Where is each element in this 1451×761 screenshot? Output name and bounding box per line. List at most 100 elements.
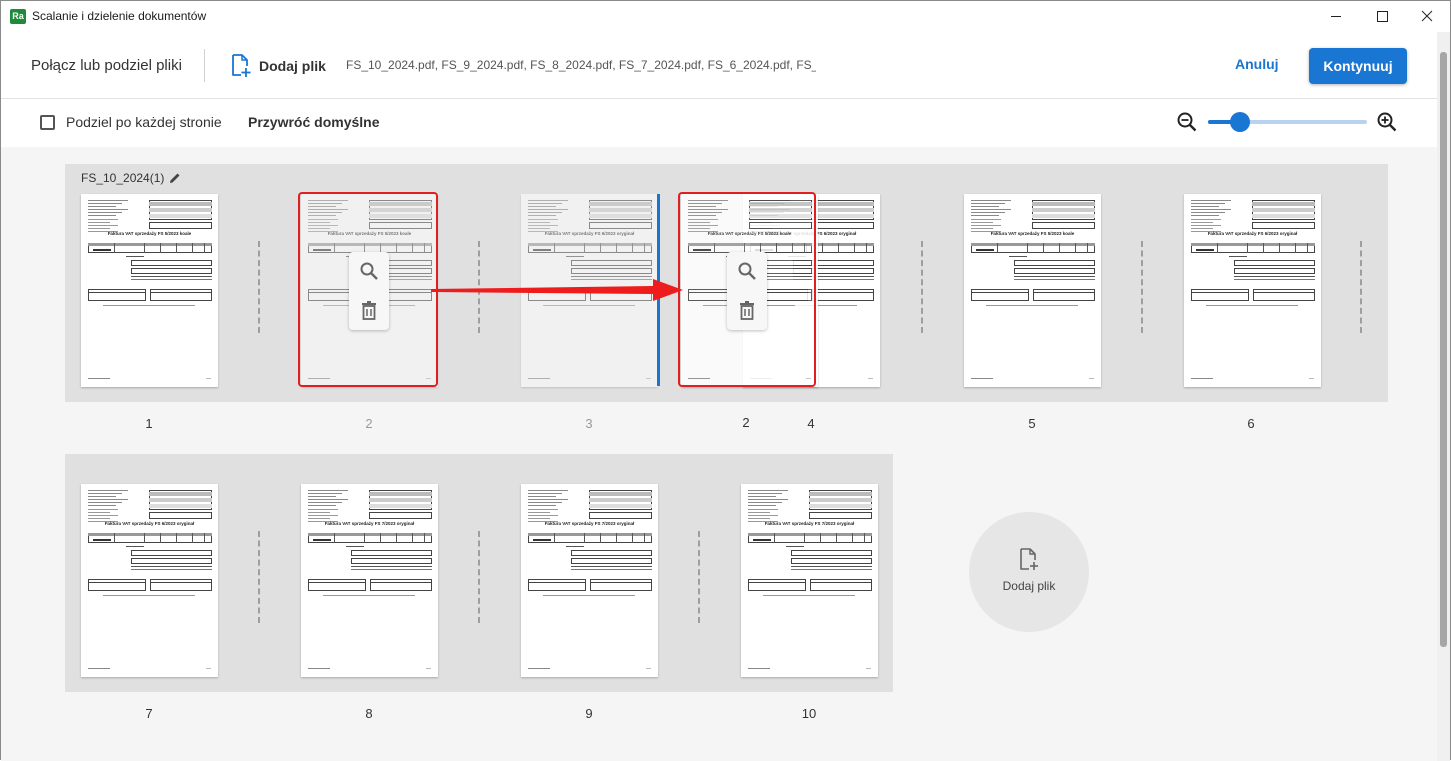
table-cell: [1196, 249, 1214, 251]
zoom-slider[interactable]: [1208, 112, 1367, 132]
magnify-icon[interactable]: [359, 261, 379, 281]
footer-line: [426, 668, 431, 669]
header-fill: [809, 498, 872, 502]
footer-line: [1089, 378, 1094, 379]
table-col: [1307, 243, 1308, 253]
text-line: [528, 515, 558, 516]
header-fill: [369, 504, 432, 508]
text-line: [528, 509, 558, 510]
add-file-button[interactable]: Dodaj plik: [230, 54, 326, 78]
text-line: [88, 502, 122, 503]
split-point[interactable]: [258, 531, 260, 623]
vertical-scrollbar[interactable]: [1437, 32, 1450, 761]
invoice-title: Faktura VAT sprzedaży FS 5/2023 koale: [107, 231, 192, 236]
text-line: [810, 582, 872, 583]
split-each-page-label[interactable]: Podziel po każdej stronie: [66, 114, 222, 130]
text-line: [308, 518, 330, 519]
text-line: [528, 502, 562, 503]
footer-line: [866, 668, 871, 669]
trash-icon[interactable]: [359, 300, 379, 320]
table-cell: [753, 539, 771, 541]
footer-line: [88, 668, 110, 669]
page-number: 4: [807, 416, 815, 431]
dragged-page-number: 2: [742, 415, 750, 430]
split-point[interactable]: [1360, 241, 1362, 333]
signature-box: [590, 579, 652, 591]
text-line: [971, 206, 999, 207]
header-fill: [589, 202, 652, 206]
zoom-out-button[interactable]: [1176, 111, 1198, 138]
text-line: [1253, 292, 1315, 293]
page-thumbnail[interactable]: Faktura VAT sprzedaży FS 7/2023 oryginał: [741, 484, 878, 677]
split-each-page-checkbox[interactable]: [40, 115, 55, 130]
page-thumbnail[interactable]: Faktura VAT sprzedaży FS 6/2023 oryginał: [81, 484, 218, 677]
table-header: [971, 243, 1095, 246]
header-fill: [149, 202, 212, 206]
continue-button[interactable]: Kontynuuj: [1309, 48, 1407, 84]
table-col: [1027, 243, 1028, 253]
text-line: [971, 222, 993, 223]
table-header: [748, 533, 872, 536]
footer-line: [528, 378, 550, 379]
maximize-button[interactable]: [1359, 1, 1405, 32]
page-thumbnail[interactable]: Faktura VAT sprzedaży FS 7/2023 oryginał: [301, 484, 438, 677]
header-box: [811, 222, 874, 229]
cancel-button[interactable]: Anuluj: [1235, 56, 1279, 72]
page-number: 2: [365, 416, 373, 431]
table-col: [822, 243, 823, 253]
restore-defaults-button[interactable]: Przywróć domyślne: [248, 114, 380, 130]
magnify-icon[interactable]: [737, 261, 757, 281]
add-file-card[interactable]: Dodaj plik: [969, 512, 1089, 632]
table-header: [1191, 243, 1315, 246]
header-fill: [1252, 214, 1315, 218]
zoom-slider-thumb[interactable]: [1229, 112, 1250, 132]
header-fill: [811, 208, 874, 212]
text-line: [528, 222, 550, 223]
edit-pencil-icon[interactable]: [169, 172, 181, 184]
text-line: [351, 566, 432, 567]
minimize-button[interactable]: [1313, 1, 1359, 32]
split-point[interactable]: [698, 531, 700, 623]
table-cell: [93, 539, 111, 541]
table-col: [114, 243, 115, 253]
header-box: [369, 512, 432, 519]
add-file-label: Dodaj plik: [259, 58, 326, 74]
text-line: [88, 206, 116, 207]
zoom-in-button[interactable]: [1376, 111, 1398, 138]
header-fill: [149, 214, 212, 218]
split-point[interactable]: [478, 531, 480, 623]
summary-box: [131, 260, 212, 266]
summary-box: [571, 268, 652, 274]
page-number: 6: [1247, 416, 1255, 431]
trash-icon[interactable]: [737, 300, 757, 320]
table-col: [866, 243, 867, 253]
text-line: [528, 225, 558, 226]
table-col: [600, 243, 601, 253]
table-col: [632, 533, 633, 543]
split-point[interactable]: [258, 241, 260, 333]
signature-box: [308, 579, 366, 591]
table-col: [192, 243, 193, 253]
text-line: [748, 518, 770, 519]
summary-box: [1234, 268, 1315, 274]
split-point[interactable]: [1141, 241, 1143, 333]
split-point[interactable]: [921, 241, 923, 333]
page-thumbnail[interactable]: Faktura VAT sprzedaży FS 5/2023 koale: [964, 194, 1101, 387]
scrollbar-thumb[interactable]: [1440, 52, 1447, 647]
close-button[interactable]: [1404, 1, 1450, 32]
page-thumbnail[interactable]: Faktura VAT sprzedaży FS 5/2023 koale: [81, 194, 218, 387]
text-line: [88, 215, 116, 216]
table-col: [644, 243, 645, 253]
text-line: [528, 582, 586, 583]
table-col: [600, 533, 601, 543]
text-line: [971, 225, 1001, 226]
text-line: [528, 499, 568, 500]
text-line: [971, 215, 999, 216]
header-box: [149, 512, 212, 519]
page-thumbnail[interactable]: Faktura VAT sprzedaży FS 7/2023 oryginał: [521, 484, 658, 677]
footer-line: [206, 378, 211, 379]
page-thumbnail[interactable]: Faktura VAT sprzedaży FS 6/2023 oryginał: [1184, 194, 1321, 387]
text-line: [528, 203, 562, 204]
text-line: [1191, 209, 1231, 210]
add-file-card-label: Dodaj plik: [1002, 579, 1056, 593]
